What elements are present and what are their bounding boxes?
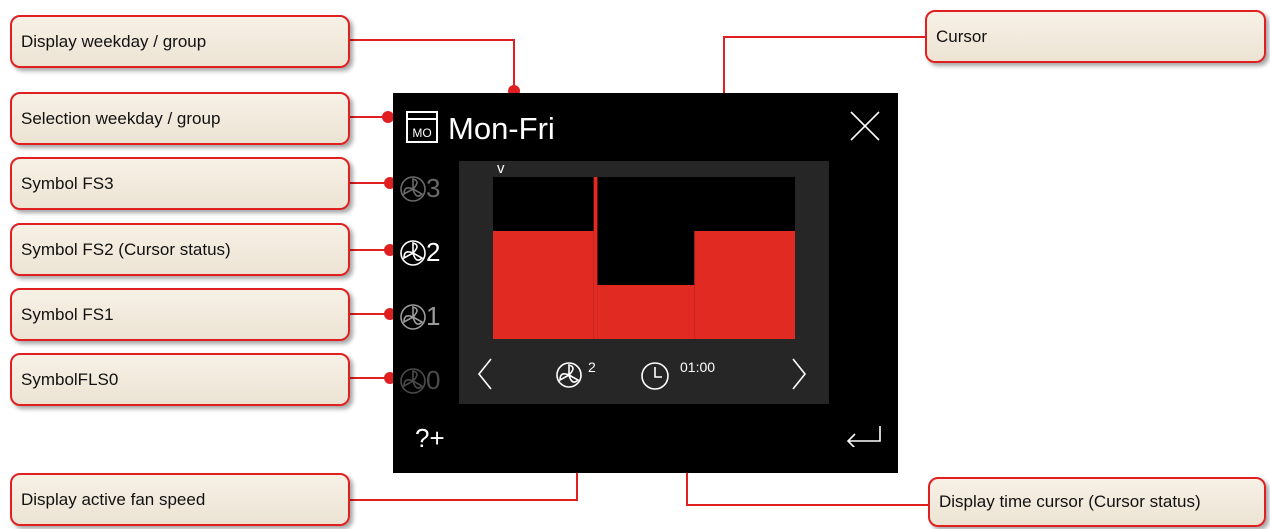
cursor-marker: v bbox=[497, 160, 505, 177]
fan-symbol-fs1[interactable]: 1 bbox=[399, 301, 451, 333]
time-cursor-value: 01:00 bbox=[680, 359, 716, 375]
weekday-selection-icon[interactable]: MO bbox=[405, 110, 439, 144]
schedule-panel: v 2 01:00 bbox=[459, 161, 829, 404]
active-fan-speed-display: 2 bbox=[555, 359, 603, 393]
fan-level-label: 2 bbox=[426, 237, 441, 267]
fan-symbol-fs2[interactable]: 2 bbox=[399, 237, 451, 269]
callout-symbol-fls0: SymbolFLS0 bbox=[10, 353, 350, 406]
callout-selection-weekday: Selection weekday / group bbox=[10, 92, 350, 145]
weekday-group-title: Mon-Fri bbox=[448, 111, 555, 146]
help-button[interactable]: ?+ bbox=[415, 423, 445, 453]
fan-icon bbox=[556, 362, 582, 388]
fan-symbol-fs3[interactable]: 3 bbox=[399, 173, 451, 205]
device-screen: MO Mon-Fri 3 2 1 0 v 2 01:00 ?+ bbox=[393, 93, 898, 473]
previous-arrow-icon[interactable] bbox=[475, 357, 495, 391]
fan-icon bbox=[400, 176, 426, 202]
callout-symbol-fs3: Symbol FS3 bbox=[10, 157, 350, 210]
leader-display-weekday bbox=[350, 39, 515, 91]
fan-icon bbox=[400, 240, 426, 266]
callout-active-fan-speed: Display active fan speed bbox=[10, 473, 350, 526]
schedule-step-2 bbox=[597, 285, 695, 339]
close-icon[interactable] bbox=[848, 109, 882, 143]
fan-icon bbox=[400, 368, 426, 394]
callout-time-cursor: Display time cursor (Cursor status) bbox=[928, 477, 1266, 527]
enter-icon[interactable] bbox=[845, 425, 883, 447]
fan-level-label: 3 bbox=[426, 173, 441, 203]
callout-display-weekday: Display weekday / group bbox=[10, 15, 350, 68]
callout-symbol-fs1: Symbol FS1 bbox=[10, 288, 350, 341]
schedule-step-1 bbox=[593, 177, 598, 339]
next-arrow-icon[interactable] bbox=[789, 357, 809, 391]
fan-symbol-fs0[interactable]: 0 bbox=[399, 365, 451, 397]
callout-symbol-fs2: Symbol FS2 (Cursor status) bbox=[10, 223, 350, 276]
fan-icon bbox=[400, 304, 426, 330]
clock-icon bbox=[641, 362, 669, 390]
callout-cursor: Cursor bbox=[925, 10, 1266, 63]
active-fan-speed-value: 2 bbox=[588, 359, 596, 375]
schedule-step-3 bbox=[694, 231, 795, 339]
fan-level-label: 0 bbox=[426, 365, 441, 395]
time-cursor-display: 01:00 bbox=[640, 359, 740, 393]
fan-level-label: 1 bbox=[426, 301, 441, 331]
weekday-icon-text: MO bbox=[412, 126, 431, 140]
schedule-step-0 bbox=[493, 231, 594, 339]
